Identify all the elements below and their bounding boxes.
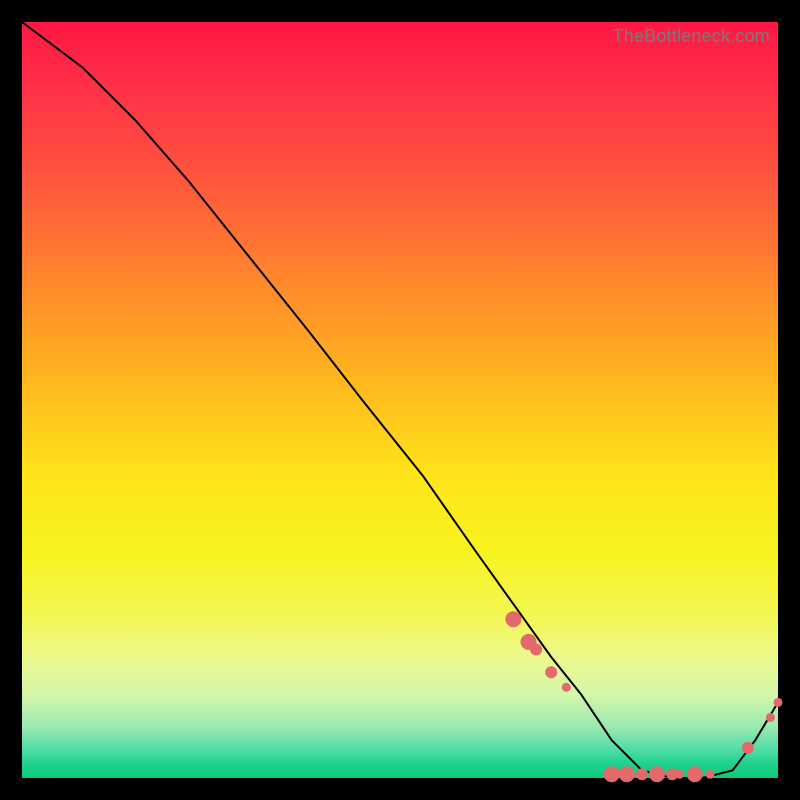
chart-stage: TheBottleneck.com bbox=[0, 0, 800, 800]
dot-b1 bbox=[604, 766, 620, 782]
dot-c3 bbox=[774, 698, 783, 707]
chart-overlay bbox=[22, 22, 778, 778]
dot-b2 bbox=[619, 766, 635, 782]
bottleneck-curve bbox=[22, 22, 778, 778]
dot-b6 bbox=[675, 770, 684, 779]
dot-b7 bbox=[687, 766, 703, 782]
dot-b3 bbox=[636, 768, 648, 780]
dot-c1 bbox=[742, 742, 754, 754]
chart-plot-area: TheBottleneck.com bbox=[22, 22, 778, 778]
dot-a1 bbox=[505, 611, 521, 627]
dot-c2 bbox=[766, 713, 775, 722]
dot-b8 bbox=[706, 770, 715, 779]
dot-a3 bbox=[530, 644, 542, 656]
dot-a5 bbox=[562, 683, 571, 692]
dot-a4 bbox=[545, 666, 557, 678]
dot-b4 bbox=[649, 766, 665, 782]
marker-layer bbox=[505, 611, 782, 782]
